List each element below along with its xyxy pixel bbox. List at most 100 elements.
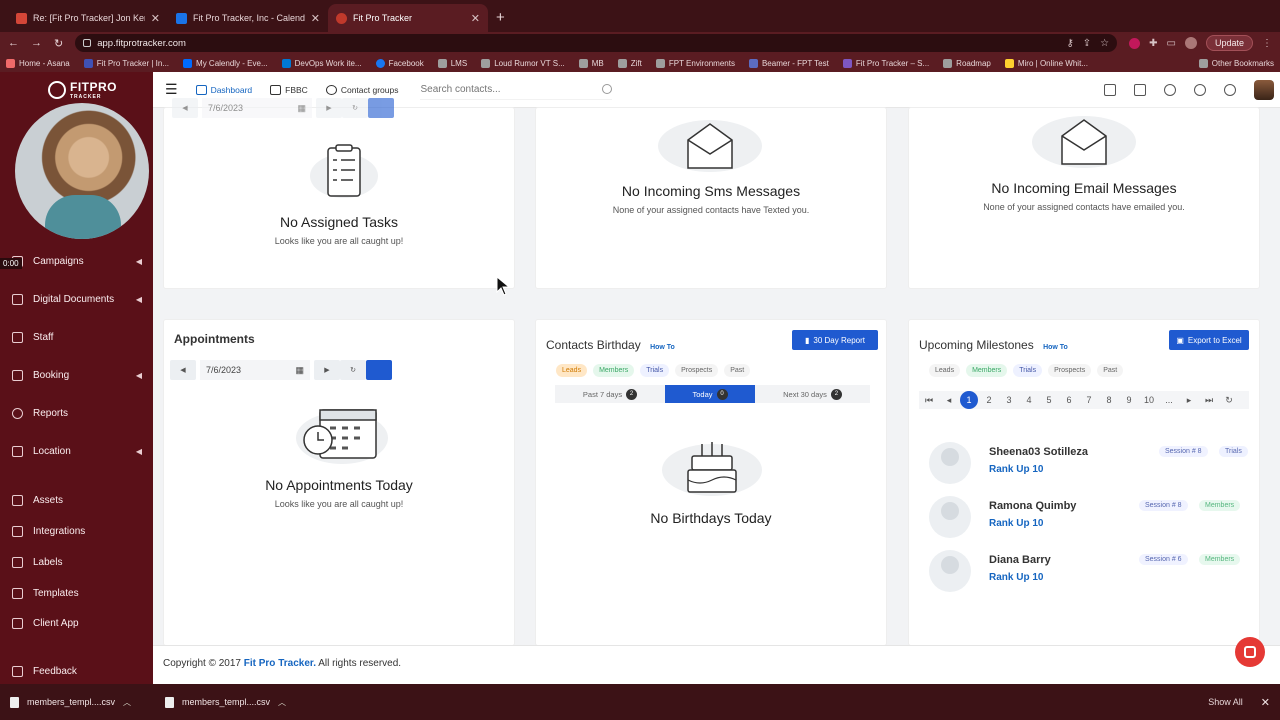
reload-icon[interactable]: ↻ bbox=[54, 37, 63, 50]
page-9[interactable]: 9 bbox=[1119, 395, 1139, 405]
update-button[interactable]: Update bbox=[1205, 35, 1253, 51]
bookmark-item[interactable]: Facebook bbox=[375, 58, 424, 68]
page-8[interactable]: 8 bbox=[1099, 395, 1119, 405]
fitpro-logo[interactable]: FITPRO TRACKER bbox=[48, 80, 117, 100]
sidebar-item-labels[interactable]: Labels bbox=[12, 557, 142, 568]
back-icon[interactable]: ← bbox=[8, 37, 19, 49]
calendar-icon[interactable] bbox=[1104, 83, 1116, 96]
segment-today[interactable]: Today 0 bbox=[665, 385, 755, 403]
milestone-row[interactable]: Diana Barry Rank Up 10 Session # 6 Membe… bbox=[929, 550, 1259, 594]
filter-members[interactable]: Members bbox=[966, 364, 1008, 377]
sidebar-item-reports[interactable]: Reports bbox=[12, 408, 142, 419]
search-input[interactable] bbox=[420, 83, 603, 95]
close-icon[interactable]: ✕ bbox=[471, 12, 480, 25]
forward-icon[interactable]: → bbox=[31, 37, 42, 49]
bookmark-item[interactable]: DevOps Work ite... bbox=[281, 58, 362, 68]
last-page-icon[interactable]: ⏭ bbox=[1199, 395, 1219, 406]
tasks-date-input[interactable]: 7/6/2023 ▦ bbox=[202, 98, 312, 118]
milestone-row[interactable]: Ramona Quimby Rank Up 10 Session # 8 Mem… bbox=[929, 496, 1259, 540]
bookmark-item[interactable]: Fit Pro Tracker – S... bbox=[842, 58, 929, 68]
chat-widget-button[interactable] bbox=[1235, 637, 1265, 667]
share-icon[interactable]: ⇪ bbox=[1083, 38, 1091, 49]
sidepanel-icon[interactable]: ▭ bbox=[1167, 38, 1176, 49]
close-icon[interactable]: ✕ bbox=[311, 12, 320, 25]
star-icon[interactable]: ☆ bbox=[1100, 38, 1109, 49]
hamburger-icon[interactable]: ☰ bbox=[165, 81, 178, 98]
next-page-icon[interactable]: ▸ bbox=[1179, 395, 1199, 406]
bookmark-item[interactable]: Home - Asana bbox=[6, 58, 70, 68]
page-6[interactable]: 6 bbox=[1059, 395, 1079, 405]
bookmark-item[interactable]: FPT Environments bbox=[655, 58, 735, 68]
download-item[interactable]: members_templ....csv ︿ bbox=[10, 696, 165, 708]
calendar-view-button[interactable] bbox=[366, 360, 392, 380]
bookmark-item[interactable]: Beamer - FPT Test bbox=[748, 58, 829, 68]
extension-icon[interactable] bbox=[1129, 37, 1141, 49]
next-day-button[interactable]: ▶ bbox=[314, 360, 340, 380]
sidebar-item-digital-documents[interactable]: Digital Documents ◀ bbox=[12, 294, 142, 305]
export-to-excel-button[interactable]: ▣ Export to Excel bbox=[1169, 330, 1249, 350]
tab-fit-pro-tracker[interactable]: Fit Pro Tracker ✕ bbox=[328, 4, 488, 32]
sidebar-item-integrations[interactable]: Integrations bbox=[12, 526, 142, 537]
sidebar-item-assets[interactable]: Assets bbox=[12, 495, 142, 506]
filter-past[interactable]: Past bbox=[1097, 364, 1124, 377]
chevron-up-icon[interactable]: ︿ bbox=[123, 697, 131, 708]
sidebar-item-location[interactable]: Location ◀ bbox=[12, 446, 142, 457]
sidebar-item-templates[interactable]: Templates bbox=[12, 588, 142, 599]
puzzle-icon[interactable]: ✚ bbox=[1149, 38, 1157, 49]
page-1[interactable]: 1 bbox=[960, 391, 978, 409]
page-3[interactable]: 3 bbox=[999, 395, 1019, 405]
other-bookmarks[interactable]: Other Bookmarks bbox=[1198, 58, 1274, 68]
filter-leads[interactable]: Leads bbox=[929, 364, 961, 377]
clock-icon[interactable] bbox=[1164, 83, 1176, 96]
search-icon[interactable] bbox=[602, 84, 613, 94]
footer-brand-link[interactable]: Fit Pro Tracker. bbox=[244, 658, 316, 669]
chevron-up-icon[interactable]: ︿ bbox=[278, 697, 286, 708]
bookmark-item[interactable]: MB bbox=[578, 58, 604, 68]
prev-day-button[interactable]: ◀ bbox=[172, 98, 198, 118]
bookmark-item[interactable]: Loud Rumor VT S... bbox=[481, 58, 565, 68]
prev-page-icon[interactable]: ◂ bbox=[939, 395, 959, 406]
filter-leads[interactable]: Leads bbox=[556, 364, 588, 377]
filter-trials[interactable]: Trials bbox=[1013, 364, 1043, 377]
profile-icon[interactable] bbox=[1184, 37, 1197, 49]
new-tab-icon[interactable]: + bbox=[496, 9, 505, 26]
page-2[interactable]: 2 bbox=[979, 395, 999, 405]
bookmark-item[interactable]: LMS bbox=[437, 58, 467, 68]
calendar-view-button[interactable] bbox=[368, 98, 394, 118]
nav-fbbc[interactable]: FBBC bbox=[270, 84, 308, 95]
segment-next-30-days[interactable]: Next 30 days 2 bbox=[755, 385, 870, 403]
bookmark-item[interactable]: Zift bbox=[617, 58, 642, 68]
close-icon[interactable]: ✕ bbox=[1261, 696, 1270, 709]
menu-icon[interactable]: ⋮ bbox=[1262, 38, 1272, 49]
nav-contact-groups[interactable]: Contact groups bbox=[325, 84, 398, 95]
refresh-button[interactable]: ↻ bbox=[342, 98, 368, 118]
sidebar-item-booking[interactable]: Booking ◀ bbox=[12, 370, 142, 381]
refresh-icon[interactable]: ↻ bbox=[1219, 395, 1239, 406]
how-to-link[interactable]: How To bbox=[1043, 344, 1068, 351]
url-input[interactable]: app.fitprotracker.com ⚷ ⇪ ☆ bbox=[75, 34, 1118, 52]
filter-members[interactable]: Members bbox=[593, 364, 635, 377]
filter-past[interactable]: Past bbox=[724, 364, 751, 377]
refresh-button[interactable]: ↻ bbox=[340, 360, 366, 380]
filter-prospects[interactable]: Prospects bbox=[675, 364, 719, 377]
tasks-icon[interactable] bbox=[1134, 83, 1146, 96]
download-item[interactable]: members_templ....csv ︿ bbox=[165, 696, 320, 708]
lightbulb-icon[interactable] bbox=[1194, 83, 1206, 96]
bookmark-item[interactable]: Miro | Online Whit... bbox=[1004, 58, 1088, 68]
close-icon[interactable]: ✕ bbox=[151, 12, 160, 25]
next-day-button[interactable]: ▶ bbox=[316, 98, 342, 118]
segment-past-7-days[interactable]: Past 7 days 2 bbox=[555, 385, 665, 403]
user-avatar[interactable] bbox=[1254, 79, 1274, 100]
show-all-button[interactable]: Show All bbox=[1208, 697, 1243, 707]
tab-gmail[interactable]: Re: [Fit Pro Tracker] Jon Kend ✕ bbox=[8, 4, 168, 32]
key-icon[interactable]: ⚷ bbox=[1066, 38, 1073, 49]
bookmark-item[interactable]: My Calendly - Eve... bbox=[183, 58, 268, 68]
milestone-row[interactable]: Sheena03 Sotilleza Rank Up 10 Session # … bbox=[929, 442, 1259, 486]
how-to-link[interactable]: How To bbox=[650, 344, 675, 351]
sidebar-item-staff[interactable]: Staff bbox=[12, 332, 142, 343]
prev-day-button[interactable]: ◀ bbox=[170, 360, 196, 380]
bookmark-item[interactable]: Roadmap bbox=[943, 58, 991, 68]
bookmark-item[interactable]: Fit Pro Tracker | In... bbox=[83, 58, 169, 68]
thirty-day-report-button[interactable]: ▮ 30 Day Report bbox=[792, 330, 878, 350]
appointments-date-input[interactable]: 7/6/2023 ▦ bbox=[200, 360, 310, 380]
